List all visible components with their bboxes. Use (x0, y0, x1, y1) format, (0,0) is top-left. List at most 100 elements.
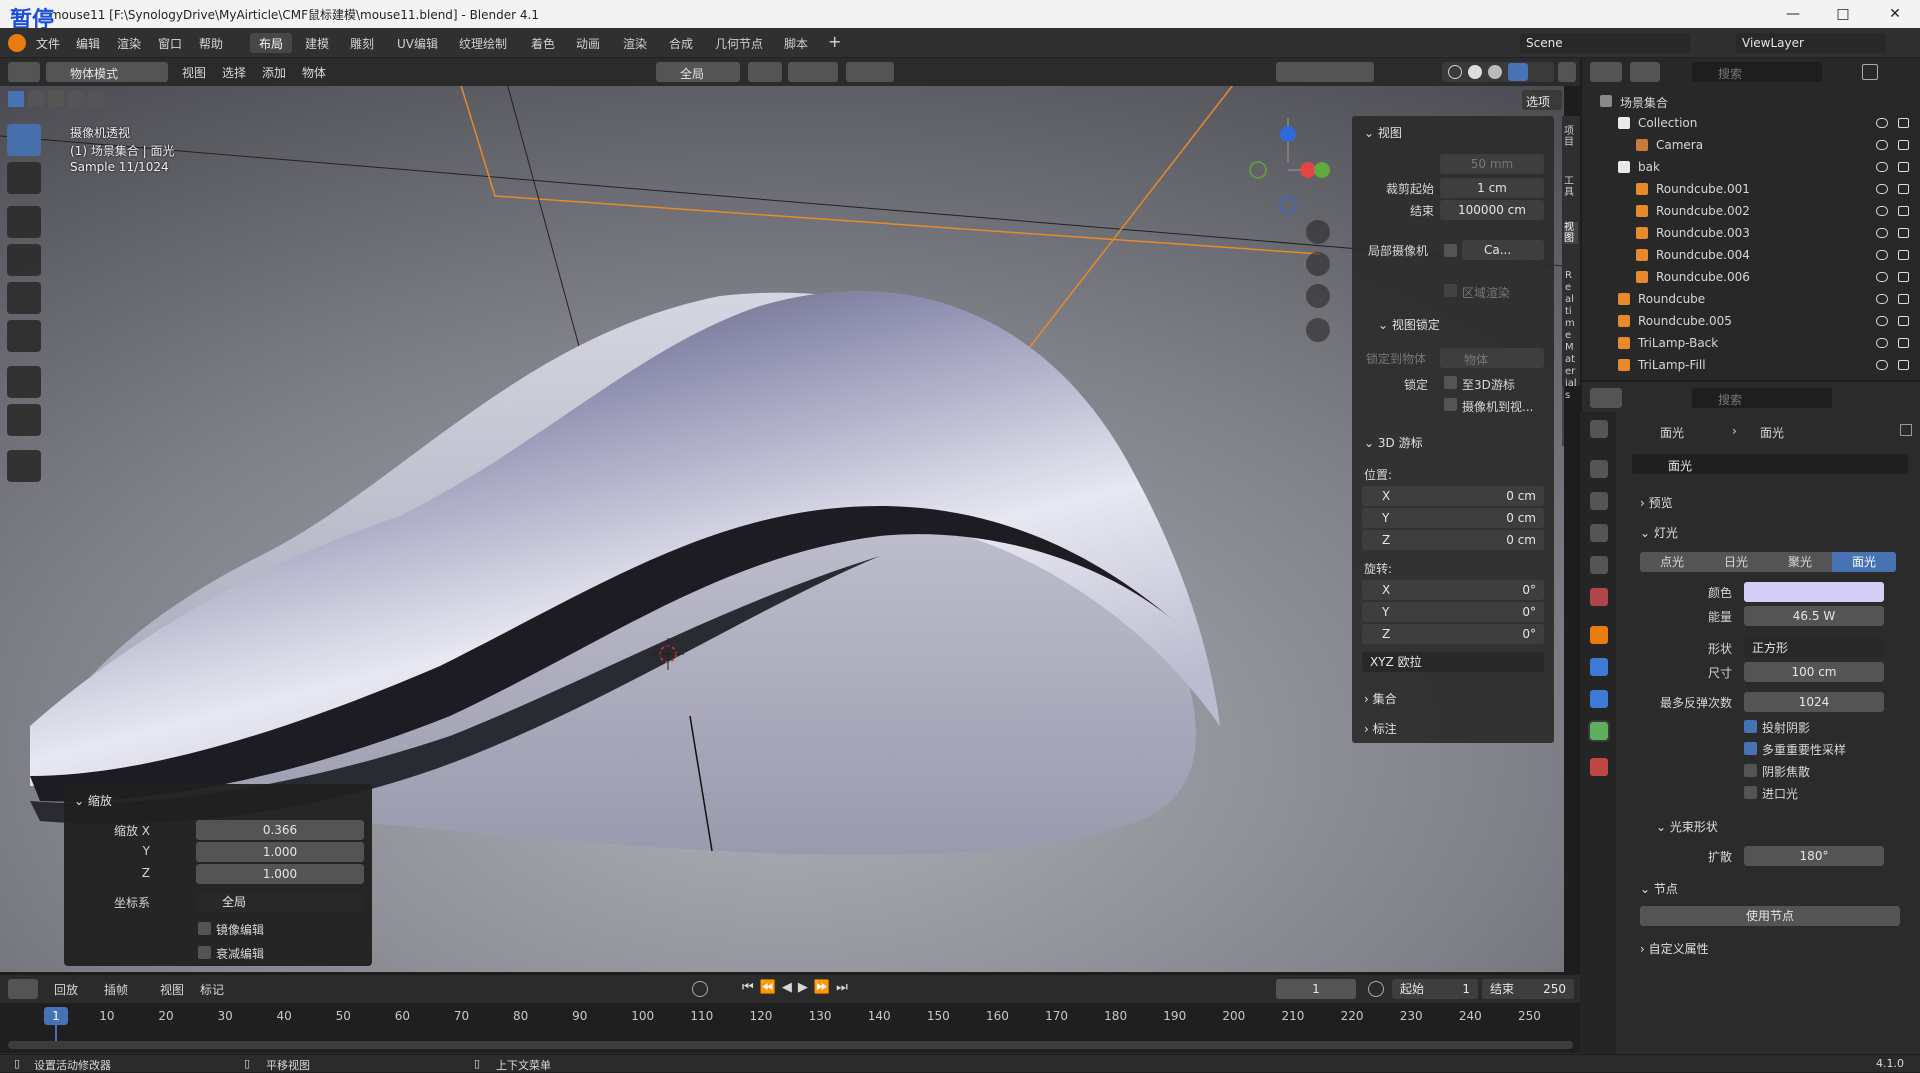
proportional-edit-checkbox[interactable] (198, 946, 211, 959)
cast-shadow-checkbox[interactable] (1744, 720, 1757, 733)
visibility-eye-icon[interactable] (1876, 272, 1888, 282)
select-extend-icon[interactable] (28, 91, 44, 107)
output-props-icon[interactable] (1590, 492, 1608, 510)
light-type-spot[interactable]: 聚光 (1768, 552, 1832, 572)
tab-compositing[interactable]: 合成 (660, 33, 702, 53)
scale-x-field[interactable]: 0.366 (196, 820, 364, 840)
stopwatch-icon[interactable] (1368, 981, 1384, 997)
solid-shading-icon[interactable] (1468, 65, 1482, 79)
timeline-scrollbar[interactable] (8, 1041, 1573, 1049)
snap-toggle[interactable] (788, 62, 838, 82)
cursor-rot-z-field[interactable]: Z 0° (1362, 624, 1544, 644)
timeline-menu-playback[interactable]: 回放 (54, 981, 78, 998)
select-invert-icon[interactable] (68, 91, 84, 107)
visibility-eye-icon[interactable] (1876, 206, 1888, 216)
select-intersect-icon[interactable] (88, 91, 104, 107)
cursor-section-header[interactable]: ⌄ 3D 游标 (1364, 434, 1423, 451)
light-section-header[interactable]: ⌄ 灯光 (1640, 524, 1678, 541)
camera-view-icon[interactable] (1306, 284, 1330, 308)
outliner-row[interactable]: Roundcube.006 (1582, 266, 1920, 288)
nodes-section-header[interactable]: ⌄ 节点 (1640, 880, 1678, 897)
pivot-selector[interactable] (748, 62, 782, 82)
outliner-row[interactable]: Camera (1582, 134, 1920, 156)
tab-scripting[interactable]: 脚本 (775, 33, 817, 53)
select-new-icon[interactable] (8, 91, 24, 107)
viewport-menu-view[interactable]: 视图 (182, 64, 206, 81)
material-shading-icon[interactable] (1488, 65, 1502, 79)
mirror-edit-checkbox[interactable] (198, 922, 211, 935)
pause-render-button[interactable] (1558, 62, 1576, 82)
viewlayer-selector[interactable]: ViewLayer (1736, 33, 1886, 53)
visibility-eye-icon[interactable] (1876, 228, 1888, 238)
render-camera-icon[interactable] (1898, 228, 1909, 238)
outliner-row[interactable]: Roundcube (1582, 288, 1920, 310)
visibility-eye-icon[interactable] (1876, 184, 1888, 194)
mode-selector[interactable]: 物体模式 (46, 62, 168, 82)
end-frame-field[interactable]: 结束 250 (1482, 979, 1574, 999)
scene-selector[interactable]: Scene (1520, 33, 1690, 53)
tab-uv-editing[interactable]: UV编辑 (388, 33, 447, 53)
custom-props-section-header[interactable]: › 自定义属性 (1640, 940, 1709, 957)
add-cube-tool-icon[interactable] (7, 450, 41, 482)
render-camera-icon[interactable] (1898, 162, 1909, 172)
blender-logo-icon[interactable] (8, 34, 26, 52)
tab-layout[interactable]: 布局 (250, 33, 293, 53)
light-datablock-field[interactable]: 面光 (1632, 454, 1908, 474)
local-camera-field[interactable]: Ca... (1462, 240, 1544, 260)
render-props-icon[interactable] (1590, 460, 1608, 478)
playback-controls[interactable]: ⏮⏪◀▶⏩⏭ (742, 980, 854, 995)
shading-mode-buttons[interactable] (1442, 62, 1554, 82)
render-camera-icon[interactable] (1898, 140, 1909, 150)
editor-type-button[interactable] (8, 62, 40, 82)
light-type-area[interactable]: 面光 (1832, 552, 1896, 572)
annotate-tool-icon[interactable] (7, 366, 41, 398)
lock-camera-icon[interactable] (1306, 318, 1330, 342)
constraints-props-icon[interactable] (1590, 690, 1608, 708)
clip-end-field[interactable]: 100000 cm (1440, 200, 1544, 220)
use-nodes-button[interactable]: 使用节点 (1640, 906, 1900, 926)
timeline-menu-view[interactable]: 视图 (160, 981, 184, 998)
render-camera-icon[interactable] (1898, 206, 1909, 216)
visibility-eye-icon[interactable] (1876, 316, 1888, 326)
timeline-menu-marker[interactable]: 标记 (200, 981, 224, 998)
render-camera-icon[interactable] (1898, 118, 1909, 128)
lock-to-object-field[interactable]: 物体 (1440, 348, 1544, 368)
npanel-tab-item[interactable]: 项目 (1564, 126, 1578, 148)
scale-z-field[interactable]: 1.000 (196, 864, 364, 884)
move-tool-icon[interactable] (7, 206, 41, 238)
visibility-eye-icon[interactable] (1876, 162, 1888, 172)
cursor-tool-icon[interactable] (7, 162, 41, 194)
render-camera-icon[interactable] (1898, 338, 1909, 348)
annotation-section-header[interactable]: › 标注 (1364, 720, 1397, 737)
outliner-display-mode[interactable] (1630, 62, 1660, 82)
select-box-tool-icon[interactable] (7, 124, 41, 156)
properties-search-input[interactable]: 搜索 (1692, 388, 1832, 408)
texture-props-icon[interactable] (1590, 758, 1608, 776)
scale-y-field[interactable]: 1.000 (196, 842, 364, 862)
visibility-eye-icon[interactable] (1876, 140, 1888, 150)
transform-tool-icon[interactable] (7, 320, 41, 352)
npanel-tab-realtime-materials[interactable]: Realtime Materials (1565, 270, 1577, 402)
cursor-rot-x-field[interactable]: X 0° (1362, 580, 1544, 600)
transform-orientation-selector[interactable]: 全局 (656, 62, 740, 82)
menu-help[interactable]: 帮助 (199, 35, 223, 52)
render-camera-icon[interactable] (1898, 294, 1909, 304)
cursor-loc-y-field[interactable]: Y0 cm (1362, 508, 1544, 528)
rotation-mode-selector[interactable]: XYZ 欧拉 (1362, 652, 1544, 672)
outliner-editor-type[interactable] (1590, 62, 1622, 82)
minimize-button[interactable]: — (1770, 0, 1816, 28)
viewport-menu-select[interactable]: 选择 (222, 64, 246, 81)
wireframe-shading-icon[interactable] (1448, 65, 1462, 79)
orientation-selector[interactable]: 全局 (196, 892, 364, 912)
select-mode-buttons[interactable] (6, 89, 104, 109)
region-render-checkbox[interactable] (1444, 284, 1457, 297)
visibility-eye-icon[interactable] (1876, 118, 1888, 128)
outliner-row[interactable]: TriLamp-Back (1582, 332, 1920, 354)
outliner-row[interactable]: Collection (1582, 112, 1920, 134)
tab-animation[interactable]: 动画 (567, 33, 609, 53)
collection-section-header[interactable]: › 集合 (1364, 690, 1397, 707)
gizmo-overlay-buttons[interactable] (1276, 62, 1374, 82)
object-props-icon[interactable] (1590, 626, 1608, 644)
physics-props-icon[interactable] (1590, 658, 1608, 676)
preview-section-header[interactable]: › 预览 (1640, 494, 1673, 511)
